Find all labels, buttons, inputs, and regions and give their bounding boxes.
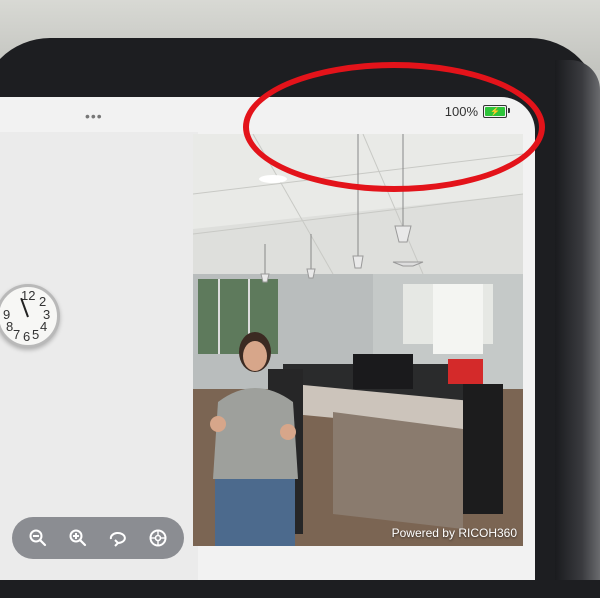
settings-icon: [149, 529, 167, 547]
tablet-edge: [555, 60, 600, 580]
zoom-in-button[interactable]: [65, 525, 91, 551]
side-panel: 12 9 8 7 6 5 4 3 2: [0, 132, 198, 580]
clock-number: 7: [13, 327, 21, 342]
clock-number: 5: [32, 327, 40, 342]
zoom-out-icon: [29, 529, 47, 547]
clock-number: 6: [23, 329, 31, 344]
clock-number: 2: [39, 294, 47, 309]
zoom-in-icon: [69, 529, 87, 547]
more-dots-icon[interactable]: •••: [85, 108, 103, 124]
viewer-toolbar: [12, 517, 184, 559]
red-annotation-ellipse: [243, 62, 545, 192]
zoom-out-button[interactable]: [25, 525, 51, 551]
panorama-viewer[interactable]: Powered by RICOH360: [193, 134, 523, 546]
office-photo: [193, 134, 523, 546]
wall-clock: 12 9 8 7 6 5 4 3 2: [0, 284, 60, 348]
rotate-icon: [109, 532, 126, 547]
clock-number: 3: [43, 307, 51, 322]
viewer-watermark: Powered by RICOH360: [391, 526, 517, 540]
settings-button[interactable]: [145, 525, 171, 551]
rotate-button[interactable]: [105, 525, 131, 551]
